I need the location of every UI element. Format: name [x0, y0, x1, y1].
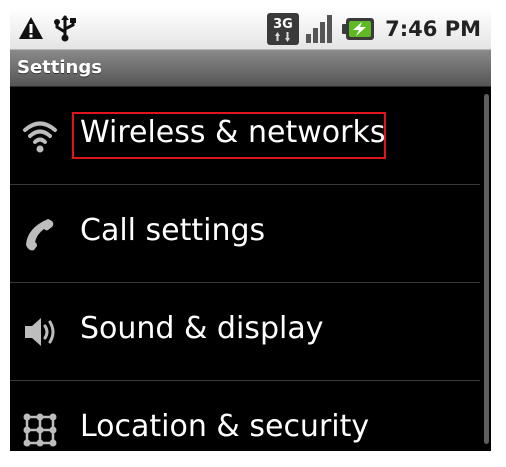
- status-clock: 7:46 PM: [385, 17, 481, 41]
- settings-item-call-settings[interactable]: Call settings: [10, 185, 480, 283]
- 3g-data-icon: 3G: [267, 13, 300, 45]
- battery-charging-icon: [342, 18, 375, 40]
- location-grid-icon: [23, 413, 57, 447]
- settings-item-wireless-networks[interactable]: Wireless & networks: [10, 87, 480, 185]
- settings-item-sound-display[interactable]: Sound & display: [10, 283, 480, 381]
- warning-icon: [19, 17, 43, 39]
- speaker-icon: [25, 318, 55, 346]
- title-bar: Settings: [10, 50, 491, 87]
- settings-item-label: Location & security: [80, 409, 370, 444]
- scrollbar[interactable]: [484, 94, 489, 444]
- phone-handset-icon: [26, 219, 54, 251]
- network-type-label: 3G: [273, 17, 293, 32]
- highlight-box: [72, 112, 386, 159]
- settings-list[interactable]: Wireless & networks Call settings Sound …: [10, 87, 480, 451]
- signal-strength-icon: [306, 15, 333, 43]
- settings-item-location-security[interactable]: Location & security: [10, 381, 480, 451]
- phone-screen: 3G 7:46 PM Settings Wireless & networks …: [10, 8, 491, 451]
- settings-item-label: Sound & display: [80, 311, 324, 346]
- wifi-icon: [23, 121, 57, 153]
- status-bar: 3G 7:46 PM: [10, 8, 491, 50]
- settings-item-label: Call settings: [80, 213, 266, 248]
- page-title: Settings: [17, 57, 102, 78]
- usb-icon: [54, 15, 76, 42]
